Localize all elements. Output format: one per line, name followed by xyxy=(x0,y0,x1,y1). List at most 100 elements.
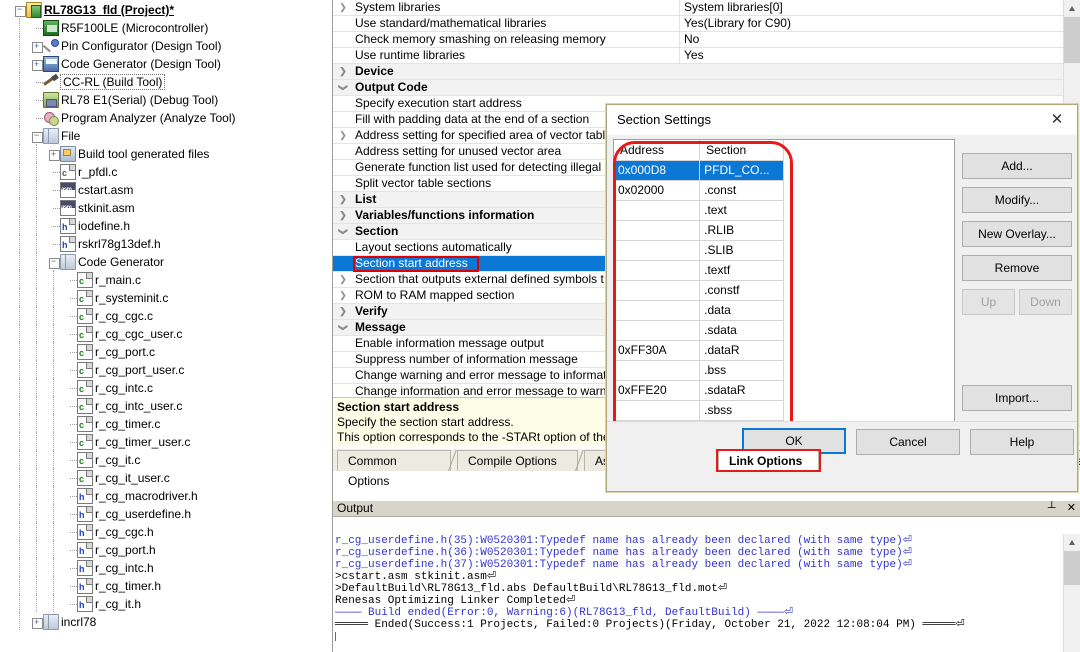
tree-item[interactable]: r_pfdl.c xyxy=(0,162,326,180)
property-row[interactable]: Use runtime librariesYes xyxy=(333,48,1064,64)
tree-item[interactable]: stkinit.asm xyxy=(0,198,326,216)
cell-address[interactable]: 0x000D8 xyxy=(614,160,700,180)
chevron-right-icon[interactable]: ❯ xyxy=(333,128,353,143)
cell-section[interactable]: .const xyxy=(700,180,784,200)
expand-icon[interactable] xyxy=(30,37,43,55)
table-row[interactable]: .bss xyxy=(614,360,784,380)
cell-section[interactable]: .SLIB xyxy=(700,240,784,260)
tree-item[interactable]: Pin Configurator (Design Tool) xyxy=(0,36,326,54)
table-row[interactable]: 0xFF30A.dataR xyxy=(614,340,784,360)
tree-item[interactable]: cstart.asm xyxy=(0,180,326,198)
tree-item[interactable]: r_cg_cgc_user.c xyxy=(0,324,326,342)
cell-section[interactable]: .text xyxy=(700,200,784,220)
collapse-icon[interactable] xyxy=(30,127,43,145)
tree-item[interactable]: r_cg_intc.h xyxy=(0,558,326,576)
table-row[interactable]: .SLIB xyxy=(614,240,784,260)
property-value[interactable]: System libraries[0] xyxy=(679,0,1064,15)
cell-address[interactable] xyxy=(614,300,700,320)
collapse-icon[interactable] xyxy=(13,1,26,19)
table-row[interactable]: .constf xyxy=(614,280,784,300)
cell-section[interactable]: .dataR xyxy=(700,340,784,360)
property-value[interactable]: No xyxy=(679,32,1064,47)
tree-item[interactable]: r_cg_it.h xyxy=(0,594,326,612)
section-table[interactable]: Address Section 0x000D8PFDL_CO...0x02000… xyxy=(614,140,784,421)
tree-item[interactable]: r_cg_timer.c xyxy=(0,414,326,432)
tree-item[interactable]: r_cg_intc.c xyxy=(0,378,326,396)
cancel-button[interactable]: Cancel xyxy=(856,429,960,455)
cell-section[interactable]: .sdataR xyxy=(700,380,784,400)
chevron-down-icon[interactable]: ❯ xyxy=(333,80,353,95)
cell-section[interactable]: PFDL_CO... xyxy=(700,160,784,180)
cell-address[interactable] xyxy=(614,320,700,340)
tree-item[interactable]: Program Analyzer (Analyze Tool) xyxy=(0,108,326,126)
chevron-right-icon[interactable]: ❯ xyxy=(333,64,353,79)
tab-compile-options[interactable]: Compile Options xyxy=(457,450,578,471)
tree-item[interactable]: r_cg_userdefine.h xyxy=(0,504,326,522)
tree-item[interactable]: r_cg_port.c xyxy=(0,342,326,360)
tree-item[interactable]: Build tool generated files xyxy=(0,144,326,162)
table-row[interactable]: .textf xyxy=(614,260,784,280)
cell-address[interactable]: 0x02000 xyxy=(614,180,700,200)
cell-section[interactable]: .data xyxy=(700,300,784,320)
property-value[interactable]: Yes(Library for C90) xyxy=(679,16,1064,31)
chevron-right-icon[interactable]: ❯ xyxy=(333,288,353,303)
chevron-right-icon[interactable]: ❯ xyxy=(333,208,353,223)
import-button[interactable]: Import... xyxy=(962,385,1072,411)
property-row[interactable]: ❯Output Code xyxy=(333,80,1064,96)
chevron-right-icon[interactable]: ❯ xyxy=(333,192,353,207)
chevron-right-icon[interactable]: ❯ xyxy=(333,0,353,15)
property-row[interactable]: Use standard/mathematical librariesYes(L… xyxy=(333,16,1064,32)
tab-link-options[interactable]: Link Options xyxy=(718,450,819,471)
property-row[interactable]: Check memory smashing on releasing memor… xyxy=(333,32,1064,48)
property-row[interactable]: ❯Device xyxy=(333,64,1064,80)
help-button[interactable]: Help xyxy=(970,429,1074,455)
tree-item[interactable]: r_cg_port_user.c xyxy=(0,360,326,378)
tree-item[interactable]: R5F100LE (Microcontroller) xyxy=(0,18,326,36)
cell-address[interactable]: 0xFFE20 xyxy=(614,380,700,400)
chevron-right-icon[interactable]: ❯ xyxy=(333,304,353,319)
output-log[interactable]: r_cg_userdefine.h(35):W0520301:Typedef n… xyxy=(333,534,1063,652)
tree-item[interactable]: RL78 E1(Serial) (Debug Tool) xyxy=(0,90,326,108)
cell-address[interactable] xyxy=(614,240,700,260)
tree-item[interactable]: r_cg_macrodriver.h xyxy=(0,486,326,504)
tree-item[interactable]: rskrl78g13def.h xyxy=(0,234,326,252)
cell-address[interactable] xyxy=(614,360,700,380)
chevron-down-icon[interactable]: ❯ xyxy=(333,224,353,239)
project-tree-panel[interactable]: RL78G13_fld (Project)*R5F100LE (Microcon… xyxy=(0,0,326,652)
table-row[interactable]: 0x000D8PFDL_CO... xyxy=(614,160,784,180)
tree-item[interactable]: r_cg_port.h xyxy=(0,540,326,558)
cell-address[interactable] xyxy=(614,220,700,240)
table-row[interactable]: .sbss xyxy=(614,400,784,420)
remove-button[interactable]: Remove xyxy=(962,255,1072,281)
collapse-icon[interactable] xyxy=(47,253,60,271)
table-row[interactable]: .text xyxy=(614,200,784,220)
expand-icon[interactable] xyxy=(30,55,43,73)
tree-item[interactable]: r_cg_intc_user.c xyxy=(0,396,326,414)
cell-section[interactable]: .RLIB xyxy=(700,220,784,240)
up-button[interactable]: Up xyxy=(962,289,1015,315)
column-header-address[interactable]: Address xyxy=(614,140,700,160)
chevron-down-icon[interactable]: ❯ xyxy=(333,320,353,335)
property-value[interactable]: Yes xyxy=(679,48,1064,63)
tree-item[interactable]: Code Generator xyxy=(0,252,326,270)
close-icon[interactable]: ✕ xyxy=(1037,105,1077,135)
output-scrollbar-thumb[interactable] xyxy=(1064,551,1080,585)
output-scrollbar[interactable] xyxy=(1063,534,1080,652)
cell-section[interactable]: .bss xyxy=(700,360,784,380)
output-scroll-up-arrow-icon[interactable] xyxy=(1064,534,1080,551)
tree-item[interactable]: r_cg_cgc.h xyxy=(0,522,326,540)
expand-icon[interactable] xyxy=(47,145,60,163)
table-row[interactable]: 0xFFE20.sdataR xyxy=(614,380,784,400)
property-row[interactable]: ❯System librariesSystem libraries[0] xyxy=(333,0,1064,16)
table-row[interactable]: .data xyxy=(614,300,784,320)
tree-item[interactable]: incrl78 xyxy=(0,612,326,630)
tree-item[interactable]: r_cg_it_user.c xyxy=(0,468,326,486)
cell-address[interactable] xyxy=(614,280,700,300)
cell-address[interactable] xyxy=(614,260,700,280)
tree-item[interactable]: CC-RL (Build Tool) xyxy=(0,72,326,90)
tree-item[interactable]: r_cg_timer_user.c xyxy=(0,432,326,450)
tree-item[interactable]: iodefine.h xyxy=(0,216,326,234)
tree-item[interactable]: r_systeminit.c xyxy=(0,288,326,306)
scroll-up-arrow-icon[interactable] xyxy=(1064,0,1080,17)
cell-address[interactable]: 0xFF30A xyxy=(614,340,700,360)
